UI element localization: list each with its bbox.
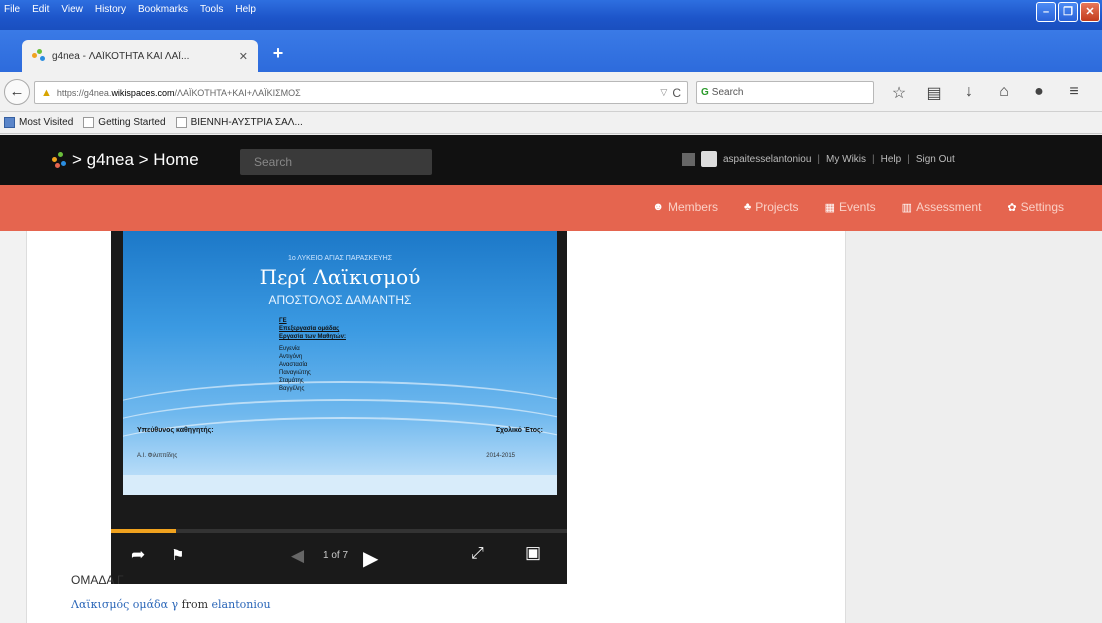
breadcrumb[interactable]: > g4nea > Home bbox=[72, 150, 199, 170]
slide-preview: 1ο ΛΥΚΕΙΟ ΑΓΙΑΣ ΠΑΡΑΣΚΕΥΗΣ Περί Λαϊκισμο… bbox=[123, 231, 557, 475]
my-wikis-link[interactable]: My Wikis bbox=[826, 154, 866, 165]
next-slide-icon[interactable]: ▶ bbox=[363, 546, 378, 571]
slide-year-label: Σχολικό Έτος: bbox=[495, 427, 543, 434]
url-bar[interactable]: ▲ https://g4nea.wikispaces.com/ΛΑΪΚΟΤΗΤΑ… bbox=[34, 81, 688, 104]
search-engine-icon[interactable]: G bbox=[701, 87, 709, 98]
slide-body: ΓΕ Επεξεργασία ομάδας Εργασία των Μαθητώ… bbox=[279, 318, 346, 392]
page-indicator: 1 of 7 bbox=[323, 550, 349, 561]
site-search-input[interactable]: Search bbox=[240, 149, 432, 175]
main-content: 1ο ΛΥΚΕΙΟ ΑΓΙΑΣ ΠΑΡΑΣΚΕΥΗΣ Περί Λαϊκισμο… bbox=[26, 231, 846, 623]
tab-close-icon[interactable]: ✕ bbox=[239, 50, 248, 63]
slideshare-player[interactable]: 1ο ΛΥΚΕΙΟ ΑΓΙΑΣ ΠΑΡΑΣΚΕΥΗΣ Περί Λαϊκισμο… bbox=[111, 231, 567, 584]
sign-out-link[interactable]: Sign Out bbox=[916, 154, 955, 165]
slide-teacher-name: Α.Ι. Φιλιππίδης bbox=[137, 453, 178, 459]
chart-icon: ▥ bbox=[901, 201, 913, 214]
site-brand[interactable]: > g4nea > Home bbox=[52, 150, 199, 170]
chat-icon[interactable]: ● bbox=[1030, 83, 1048, 103]
warning-icon[interactable]: ▲ bbox=[41, 87, 52, 99]
help-link[interactable]: Help bbox=[881, 154, 902, 165]
wiki-nav-bar: ☻ Members ♣ Projects ▦ Events ▥ Assessment ✿… bbox=[0, 185, 1102, 231]
slide-title: Περί Λαϊκισμού bbox=[259, 265, 421, 289]
nav-settings[interactable]: ✿ Settings bbox=[1007, 200, 1064, 214]
url-dropdown-icon[interactable]: ▽ bbox=[660, 87, 667, 98]
nav-projects[interactable]: ♣ Projects bbox=[744, 200, 799, 214]
page-icon bbox=[83, 117, 95, 128]
new-tab-button[interactable]: + bbox=[268, 44, 288, 64]
menu-bookmarks[interactable]: Bookmarks bbox=[138, 4, 188, 15]
nav-assessment[interactable]: ▥ Assessment bbox=[902, 200, 982, 214]
menu-help[interactable]: Help bbox=[235, 4, 256, 15]
projects-icon: ♣ bbox=[743, 201, 752, 213]
bookmark-vienna[interactable]: ΒΙΕΝΝΗ-ΑΥΣΤΡΙΑ ΣΑΛ... bbox=[175, 117, 303, 128]
toolbar-icons: ☆ ▤ ↓ ⌂ ● ≡ bbox=[890, 83, 1083, 103]
bookmark-star-icon[interactable]: ☆ bbox=[890, 83, 908, 103]
presentation-link[interactable]: Λαϊκισμός ομάδα γ bbox=[71, 598, 178, 611]
nav-members[interactable]: ☻ Members bbox=[652, 200, 718, 214]
window-menu-bar: File Edit View History Bookmarks Tools H… bbox=[0, 0, 1102, 30]
page-icon bbox=[175, 117, 187, 128]
menu-file[interactable]: File bbox=[4, 4, 20, 15]
gear-icon: ✿ bbox=[1007, 201, 1017, 214]
calendar-icon: ▦ bbox=[824, 201, 835, 214]
menu-edit[interactable]: Edit bbox=[32, 4, 49, 15]
menu-hamburger-icon[interactable]: ≡ bbox=[1065, 83, 1083, 103]
slide-teacher-label: Υπεύθυνος καθηγητής: bbox=[137, 427, 214, 434]
wikispaces-favicon-icon bbox=[32, 49, 46, 63]
share-icon[interactable]: ➦ bbox=[131, 545, 145, 565]
navigation-bar: ← ▲ https://g4nea.wikispaces.com/ΛΑΪΚΟΤΗ… bbox=[0, 72, 1102, 112]
user-zone: aspaitesselantoniou | My Wikis | Help | … bbox=[682, 151, 955, 167]
right-sidebar bbox=[846, 231, 1102, 623]
url-text: https://g4nea.wikispaces.com/ΛΑΪΚΟΤΗΤΑ+Κ… bbox=[56, 87, 301, 98]
menu-tools[interactable]: Tools bbox=[200, 4, 223, 15]
slideshare-logo-icon[interactable]: ▣ bbox=[525, 543, 541, 563]
download-icon[interactable]: ↓ bbox=[960, 83, 978, 103]
slide-school: 1ο ΛΥΚΕΙΟ ΑΓΙΑΣ ΠΑΡΑΣΚΕΥΗΣ bbox=[287, 255, 393, 262]
menu-items: File Edit View History Bookmarks Tools H… bbox=[4, 4, 256, 15]
player-controls: ➦ ⚑ ◀ 1 of 7 ▶ ⤢ ▣ bbox=[111, 533, 567, 584]
avatar[interactable] bbox=[701, 151, 717, 167]
nav-events[interactable]: ▦ Events bbox=[825, 200, 876, 214]
slide-author: ΑΠΟΣΤΟΛΟΣ ΔΑΜΑΝΤΗΣ bbox=[268, 293, 412, 307]
home-icon[interactable]: ⌂ bbox=[995, 83, 1013, 103]
tab-title: g4nea - ΛΑΪΚΟΤΗΤΑ ΚΑΙ ΛΑΪ... bbox=[52, 50, 190, 62]
flag-icon[interactable]: ⚑ bbox=[171, 546, 184, 564]
bookmark-most-visited[interactable]: Most Visited bbox=[4, 117, 73, 128]
bookmark-getting-started[interactable]: Getting Started bbox=[83, 117, 166, 128]
close-window-button[interactable]: ✕ bbox=[1080, 2, 1100, 22]
minimize-button[interactable]: – bbox=[1036, 2, 1056, 22]
tab-strip: g4nea - ΛΑΪΚΟΤΗΤΑ ΚΑΙ ΛΑΪ... ✕ + bbox=[0, 30, 1102, 72]
previous-slide-icon[interactable]: ◀ bbox=[291, 546, 304, 566]
username-link[interactable]: aspaitesselantoniou bbox=[723, 154, 811, 165]
group-label: ΟΜΑΔΑ Γ bbox=[71, 573, 124, 587]
menu-history[interactable]: History bbox=[95, 4, 126, 15]
menu-view[interactable]: View bbox=[61, 4, 83, 15]
members-icon: ☻ bbox=[652, 201, 664, 213]
reload-icon[interactable]: C bbox=[672, 86, 681, 100]
window-controls: – ❐ ✕ bbox=[1036, 2, 1100, 22]
web-page: > g4nea > Home Search aspaitesselantonio… bbox=[0, 135, 1102, 623]
site-header: > g4nea > Home Search aspaitesselantonio… bbox=[0, 135, 1102, 185]
author-link[interactable]: elantoniou bbox=[212, 598, 271, 611]
notifications-icon[interactable] bbox=[682, 152, 695, 166]
slide-year: 2014-2015 bbox=[486, 453, 515, 459]
wiki-nav: ☻ Members ♣ Projects ▦ Events ▥ Assessment ✿… bbox=[652, 200, 1064, 214]
maximize-button[interactable]: ❐ bbox=[1058, 2, 1078, 22]
most-visited-icon bbox=[4, 117, 15, 128]
back-button[interactable]: ← bbox=[4, 79, 30, 105]
browser-search-input[interactable]: G Search bbox=[696, 81, 874, 104]
tab-active[interactable]: g4nea - ΛΑΪΚΟΤΗΤΑ ΚΑΙ ΛΑΪ... ✕ bbox=[22, 40, 258, 72]
embed-credit: Λαϊκισμός ομάδα γ from elantoniou bbox=[71, 598, 271, 611]
wikispaces-logo-icon bbox=[52, 152, 68, 168]
fullscreen-icon[interactable]: ⤢ bbox=[471, 545, 484, 563]
bookmarks-toolbar: Most Visited Getting Started ΒΙΕΝΝΗ-ΑΥΣΤ… bbox=[0, 112, 1102, 134]
reading-list-icon[interactable]: ▤ bbox=[925, 83, 943, 103]
